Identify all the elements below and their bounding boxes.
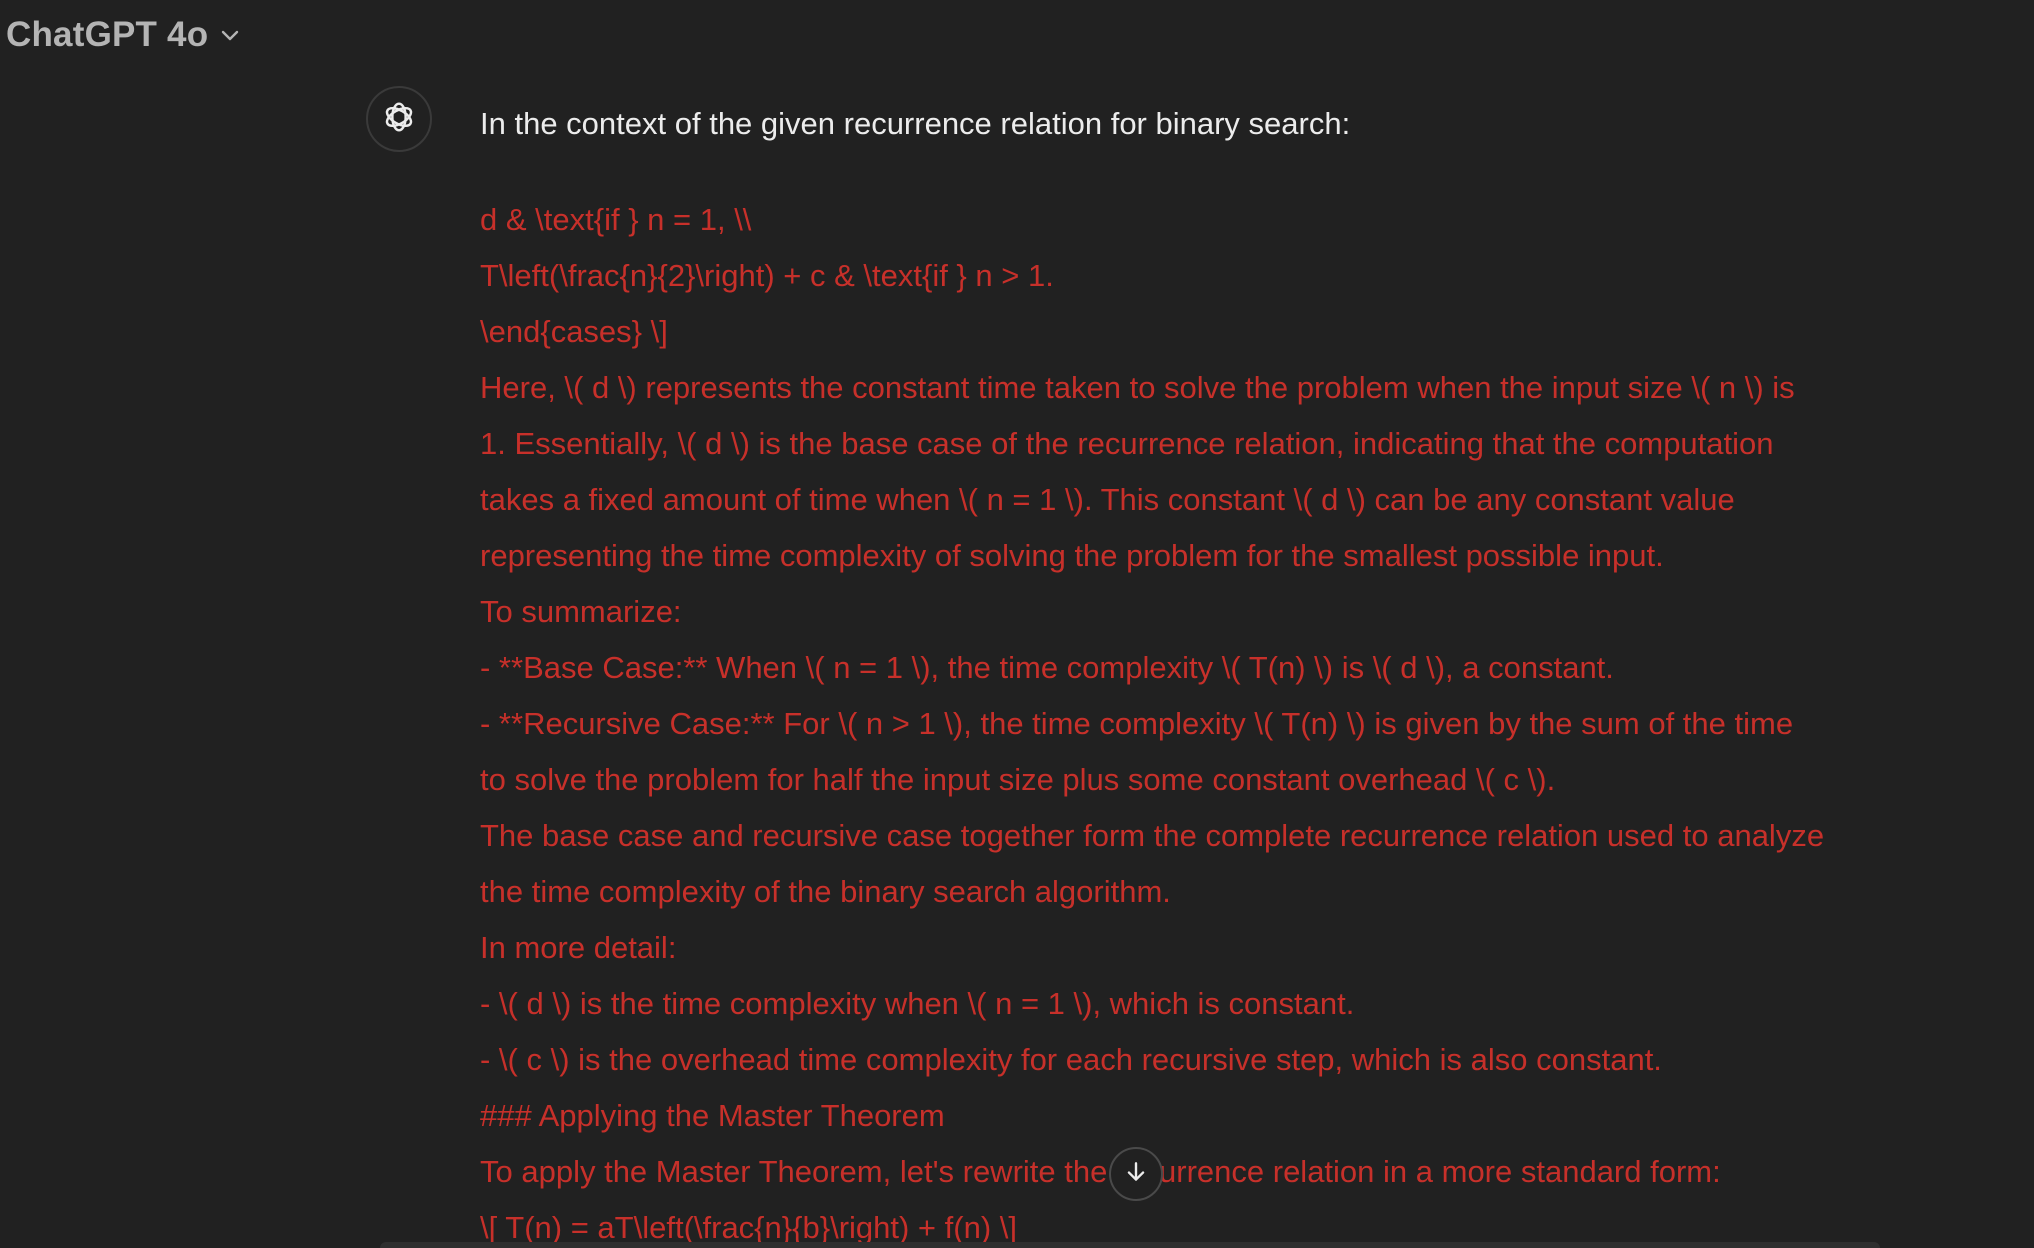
message-line: The base case and recursive case togethe… (480, 818, 1825, 853)
message-line: - \( c \) is the overhead time complexit… (480, 1042, 1662, 1077)
message-line: d & \text{if } n = 1, \\ (480, 202, 752, 237)
composer-edge (380, 1242, 1880, 1248)
message-intro: In the context of the given recurrence r… (480, 106, 1351, 141)
message-line: To summarize: (480, 594, 682, 629)
message-line: takes a fixed amount of time when \( n =… (480, 482, 1735, 517)
scroll-to-bottom-button[interactable] (1109, 1147, 1163, 1201)
message-line: 1. Essentially, \( d \) is the base case… (480, 426, 1774, 461)
message-line: the time complexity of the binary search… (480, 874, 1171, 909)
message-line: T\left(\frac{n}{2}\right) + c & \text{if… (480, 258, 1054, 293)
model-selector[interactable]: ChatGPT 4o (6, 14, 242, 56)
message-line: representing the time complexity of solv… (480, 538, 1664, 573)
message-body: d & \text{if } n = 1, \\ T\left(\frac{n}{… (480, 192, 1920, 1248)
message-line: \end{cases} \] (480, 314, 668, 349)
assistant-message: In the context of the given recurrence r… (480, 96, 1920, 1248)
chevron-down-icon (218, 23, 242, 47)
chat-page: ChatGPT 4o In the context of the given r… (0, 0, 2034, 1248)
message-line: - **Recursive Case:** For \( n > 1 \), t… (480, 706, 1794, 741)
message-line: ### Applying the Master Theorem (480, 1098, 945, 1133)
model-label: ChatGPT 4o (6, 15, 209, 54)
message-line: \[ T(n) = aT\left(\frac{n}{b}\right) + f… (480, 1210, 1017, 1245)
message-line: Here, \( d \) represents the constant ti… (480, 370, 1795, 405)
message-line: - \( d \) is the time complexity when \(… (480, 986, 1355, 1021)
message-line: To apply the Master Theorem, let's rewri… (480, 1154, 1721, 1189)
assistant-avatar (366, 86, 432, 152)
message-line: to solve the problem for half the input … (480, 762, 1556, 797)
message-line: In more detail: (480, 930, 677, 965)
arrow-down-icon (1123, 1159, 1149, 1190)
message-line: - **Base Case:** When \( n = 1 \), the t… (480, 650, 1614, 685)
openai-logo-icon (380, 98, 418, 141)
